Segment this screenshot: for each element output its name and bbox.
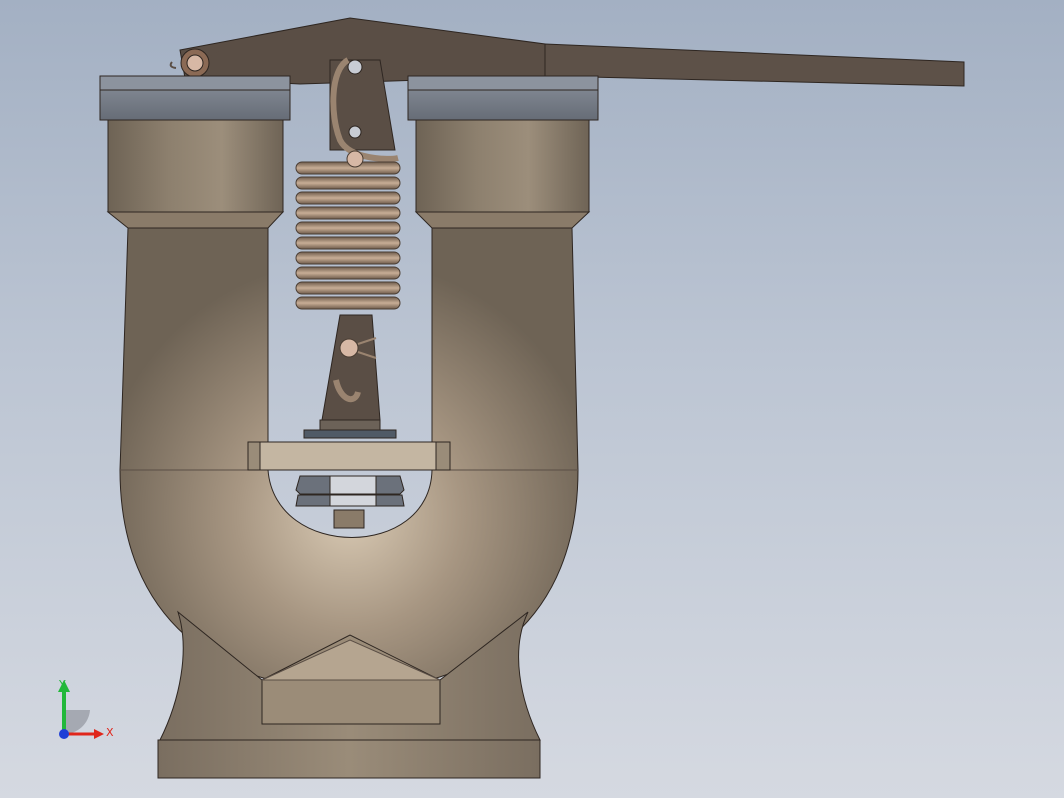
valve-stem-link[interactable] bbox=[303, 314, 397, 439]
valve-disc[interactable] bbox=[295, 475, 405, 529]
right-neck bbox=[414, 119, 591, 229]
y-axis-label: Y bbox=[58, 678, 66, 691]
valve-assembly-model[interactable] bbox=[0, 0, 1064, 798]
right-cap[interactable] bbox=[407, 75, 599, 121]
left-cap[interactable] bbox=[99, 75, 291, 121]
z-axis-dot-icon bbox=[59, 729, 69, 739]
coordinate-triad[interactable]: Y X bbox=[48, 676, 128, 746]
left-neck bbox=[106, 119, 285, 229]
valve-seat-plate bbox=[247, 441, 451, 471]
triad-plane-icon bbox=[64, 710, 90, 735]
graphics-viewport[interactable]: Y X bbox=[0, 0, 1064, 798]
x-axis-label: X bbox=[106, 726, 114, 739]
